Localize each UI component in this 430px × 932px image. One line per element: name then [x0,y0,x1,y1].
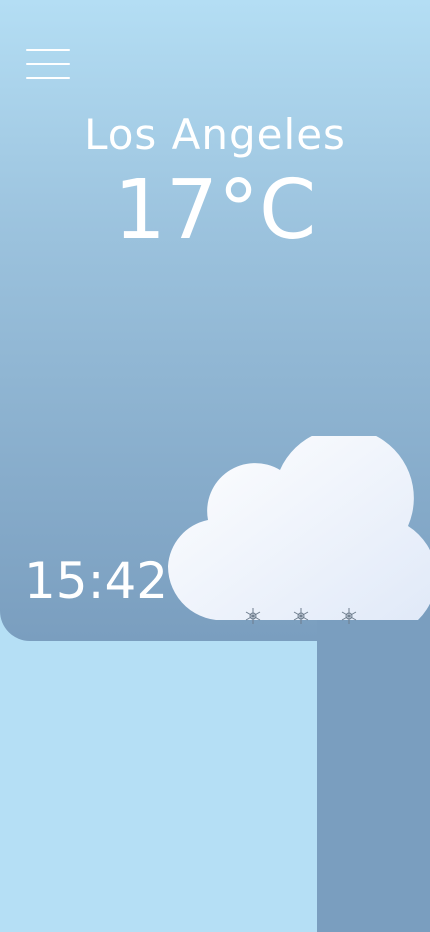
current-time: 15:42 [24,552,169,610]
city-name: Los Angeles [84,110,346,159]
menu-button[interactable] [26,46,70,82]
lower-area [0,641,317,932]
snowflake-icon [341,608,357,624]
weather-screen: Los Angeles 17°C 15:42 [0,0,430,932]
snowflake-icon [293,608,309,624]
side-column [317,600,430,932]
snowflake-icon [245,608,261,624]
cloud-icon [168,436,430,620]
temperature: 17°C [113,163,317,258]
